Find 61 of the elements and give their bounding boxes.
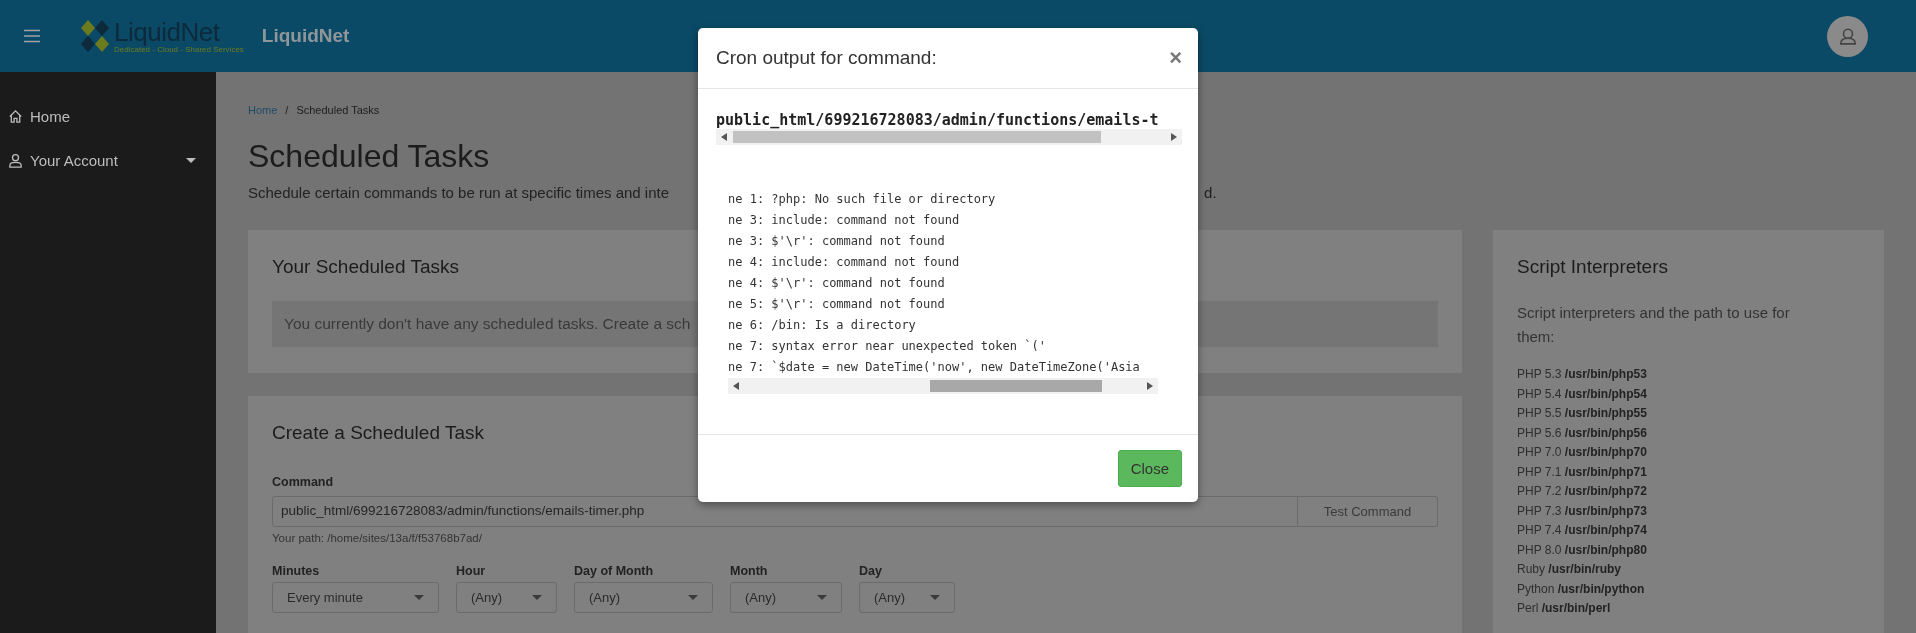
- horizontal-scrollbar[interactable]: [716, 129, 1182, 145]
- breadcrumb-current: Scheduled Tasks: [296, 104, 380, 116]
- field-label: Month: [730, 564, 769, 578]
- scroll-right-icon[interactable]: [1147, 382, 1153, 390]
- interpreter-path: PHP 5.4 /usr/bin/php54: [1517, 385, 1648, 403]
- caret-icon: [817, 595, 827, 600]
- horizontal-scrollbar[interactable]: [728, 378, 1158, 394]
- caret-icon: [532, 595, 542, 600]
- scroll-left-icon[interactable]: [721, 133, 727, 141]
- interpreter-path: PHP 8.0 /usr/bin/php80: [1517, 541, 1648, 559]
- interpreter-path: Ruby /usr/bin/ruby: [1517, 561, 1623, 578]
- card-title: Your Scheduled Tasks: [272, 256, 459, 278]
- interpreter-path: Perl /usr/bin/perl: [1517, 600, 1612, 617]
- interpreter-path: PHP 7.2 /usr/bin/php72: [1517, 483, 1648, 500]
- path-hint: Your path: /home/sites/13a/f/f53768b7ad/: [272, 532, 483, 544]
- breadcrumb-separator: /: [285, 104, 289, 116]
- caret-icon: [414, 595, 424, 600]
- dialog-title: Cron output for command:: [716, 47, 937, 69]
- sidebar-item[interactable]: Home: [0, 94, 216, 138]
- interpreter-path: PHP 7.4 /usr/bin/php74: [1517, 522, 1648, 539]
- interpreter-path: Python /usr/bin/python: [1517, 580, 1646, 598]
- user-icon: [8, 152, 23, 168]
- interpreter-path: PHP 5.3 /usr/bin/php53: [1517, 366, 1648, 383]
- page-description-end: d.: [1204, 184, 1217, 201]
- schedule-select[interactable]: (Any): [574, 582, 713, 613]
- scroll-left-icon[interactable]: [733, 382, 739, 390]
- caret-icon: [930, 595, 940, 600]
- card-title: Script Interpreters: [1517, 256, 1668, 278]
- field-label: Hour: [456, 564, 487, 578]
- schedule-select[interactable]: (Any): [859, 582, 955, 613]
- schedule-select[interactable]: (Any): [730, 582, 842, 613]
- scroll-right-icon[interactable]: [1171, 133, 1177, 141]
- test-command-button[interactable]: Test Command: [1298, 496, 1438, 527]
- home-icon: [8, 108, 23, 124]
- brand-name: LiquidNet: [261, 25, 350, 47]
- page-description: Schedule certain commands to be run at specific times and inte: [248, 184, 670, 201]
- avatar-button[interactable]: [1827, 15, 1868, 57]
- interpreter-path: PHP 5.5 /usr/bin/php55: [1517, 405, 1648, 422]
- schedule-select[interactable]: (Any): [456, 582, 557, 613]
- command-text: public_html/699216728083/admin/functions/emails-t: [716, 111, 1160, 129]
- interpreter-path: PHP 7.0 /usr/bin/php70: [1517, 444, 1648, 461]
- schedule-select[interactable]: Every minute: [272, 582, 439, 613]
- sidebar-item[interactable]: Your Account: [0, 138, 216, 182]
- field-label: Command: [272, 475, 334, 489]
- breadcrumb-link[interactable]: Home: [248, 104, 278, 116]
- interpreter-path: PHP 5.6 /usr/bin/php56: [1517, 424, 1648, 442]
- close-button[interactable]: ×: [1169, 47, 1182, 69]
- page-title: Scheduled Tasks: [248, 138, 491, 174]
- user-icon: [1838, 27, 1857, 45]
- card-intro: Script interpreters and the path to use for them:: [1517, 303, 1791, 347]
- field-label: Day of Month: [574, 564, 655, 578]
- interpreter-path: PHP 7.1 /usr/bin/php71: [1517, 463, 1648, 481]
- field-label: Day: [859, 564, 883, 578]
- interpreter-path: PHP 7.3 /usr/bin/php73: [1517, 502, 1648, 520]
- logo-tagline: Dedicated - Cloud - Shared Services: [114, 45, 244, 54]
- close-button[interactable]: Close: [1117, 450, 1182, 487]
- card-title: Create a Scheduled Task: [272, 422, 484, 444]
- logo-icon: [78, 19, 112, 53]
- caret-icon: [688, 595, 698, 600]
- field-label: Minutes: [272, 564, 321, 578]
- menu-icon[interactable]: [24, 29, 40, 43]
